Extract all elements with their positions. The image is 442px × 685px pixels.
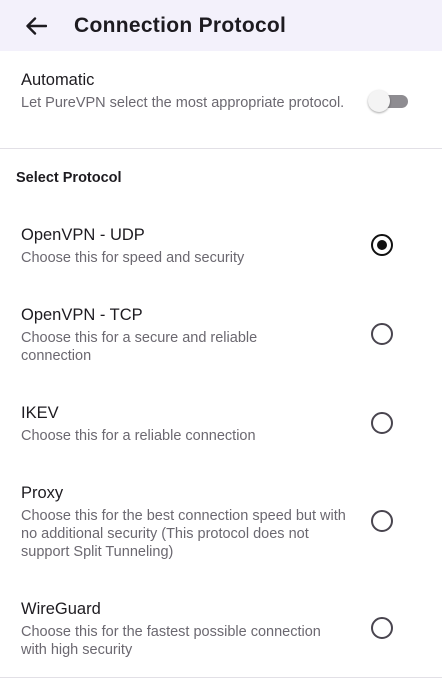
- arrow-left-icon: [26, 16, 47, 35]
- automatic-protocol-row[interactable]: Automatic Let PureVPN select the most ap…: [0, 51, 442, 149]
- back-button[interactable]: [23, 13, 49, 39]
- automatic-toggle[interactable]: [368, 89, 408, 113]
- protocol-title: OpenVPN - UDP: [21, 226, 145, 244]
- protocol-description: Choose this for speed and security: [21, 250, 245, 266]
- protocol-radio[interactable]: [371, 323, 393, 345]
- protocol-title: IKEV: [21, 404, 59, 422]
- protocol-description: Choose this for the fastest possible con…: [21, 624, 321, 658]
- automatic-description: Let PureVPN select the most appropriate …: [21, 95, 345, 111]
- protocol-radio[interactable]: [371, 617, 393, 639]
- protocol-option-openvpn-tcp[interactable]: OpenVPN - TCP Choose this for a secure a…: [0, 300, 442, 378]
- toggle-thumb: [368, 90, 390, 112]
- automatic-title: Automatic: [21, 71, 95, 89]
- protocol-option-ikev[interactable]: IKEV Choose this for a reliable connecti…: [0, 398, 442, 456]
- protocol-radio[interactable]: [371, 234, 393, 256]
- protocol-radio[interactable]: [371, 412, 393, 434]
- protocol-description: Choose this for a secure and reliable co…: [21, 330, 258, 364]
- protocol-option-proxy[interactable]: Proxy Choose this for the best connectio…: [0, 478, 442, 568]
- divider: [0, 677, 442, 678]
- protocol-description: Choose this for the best connection spee…: [21, 508, 346, 560]
- protocol-title: WireGuard: [21, 600, 101, 618]
- protocol-option-wireguard[interactable]: WireGuard Choose this for the fastest po…: [0, 594, 442, 666]
- protocol-radio[interactable]: [371, 510, 393, 532]
- protocol-title: OpenVPN - TCP: [21, 306, 143, 324]
- page-title: Connection Protocol: [74, 13, 287, 37]
- protocol-description: Choose this for a reliable connection: [21, 428, 256, 444]
- protocol-title: Proxy: [21, 484, 64, 502]
- protocol-option-openvpn-udp[interactable]: OpenVPN - UDP Choose this for speed and …: [0, 222, 442, 292]
- section-header: Select Protocol: [16, 170, 122, 186]
- app-bar: Connection Protocol: [0, 0, 442, 51]
